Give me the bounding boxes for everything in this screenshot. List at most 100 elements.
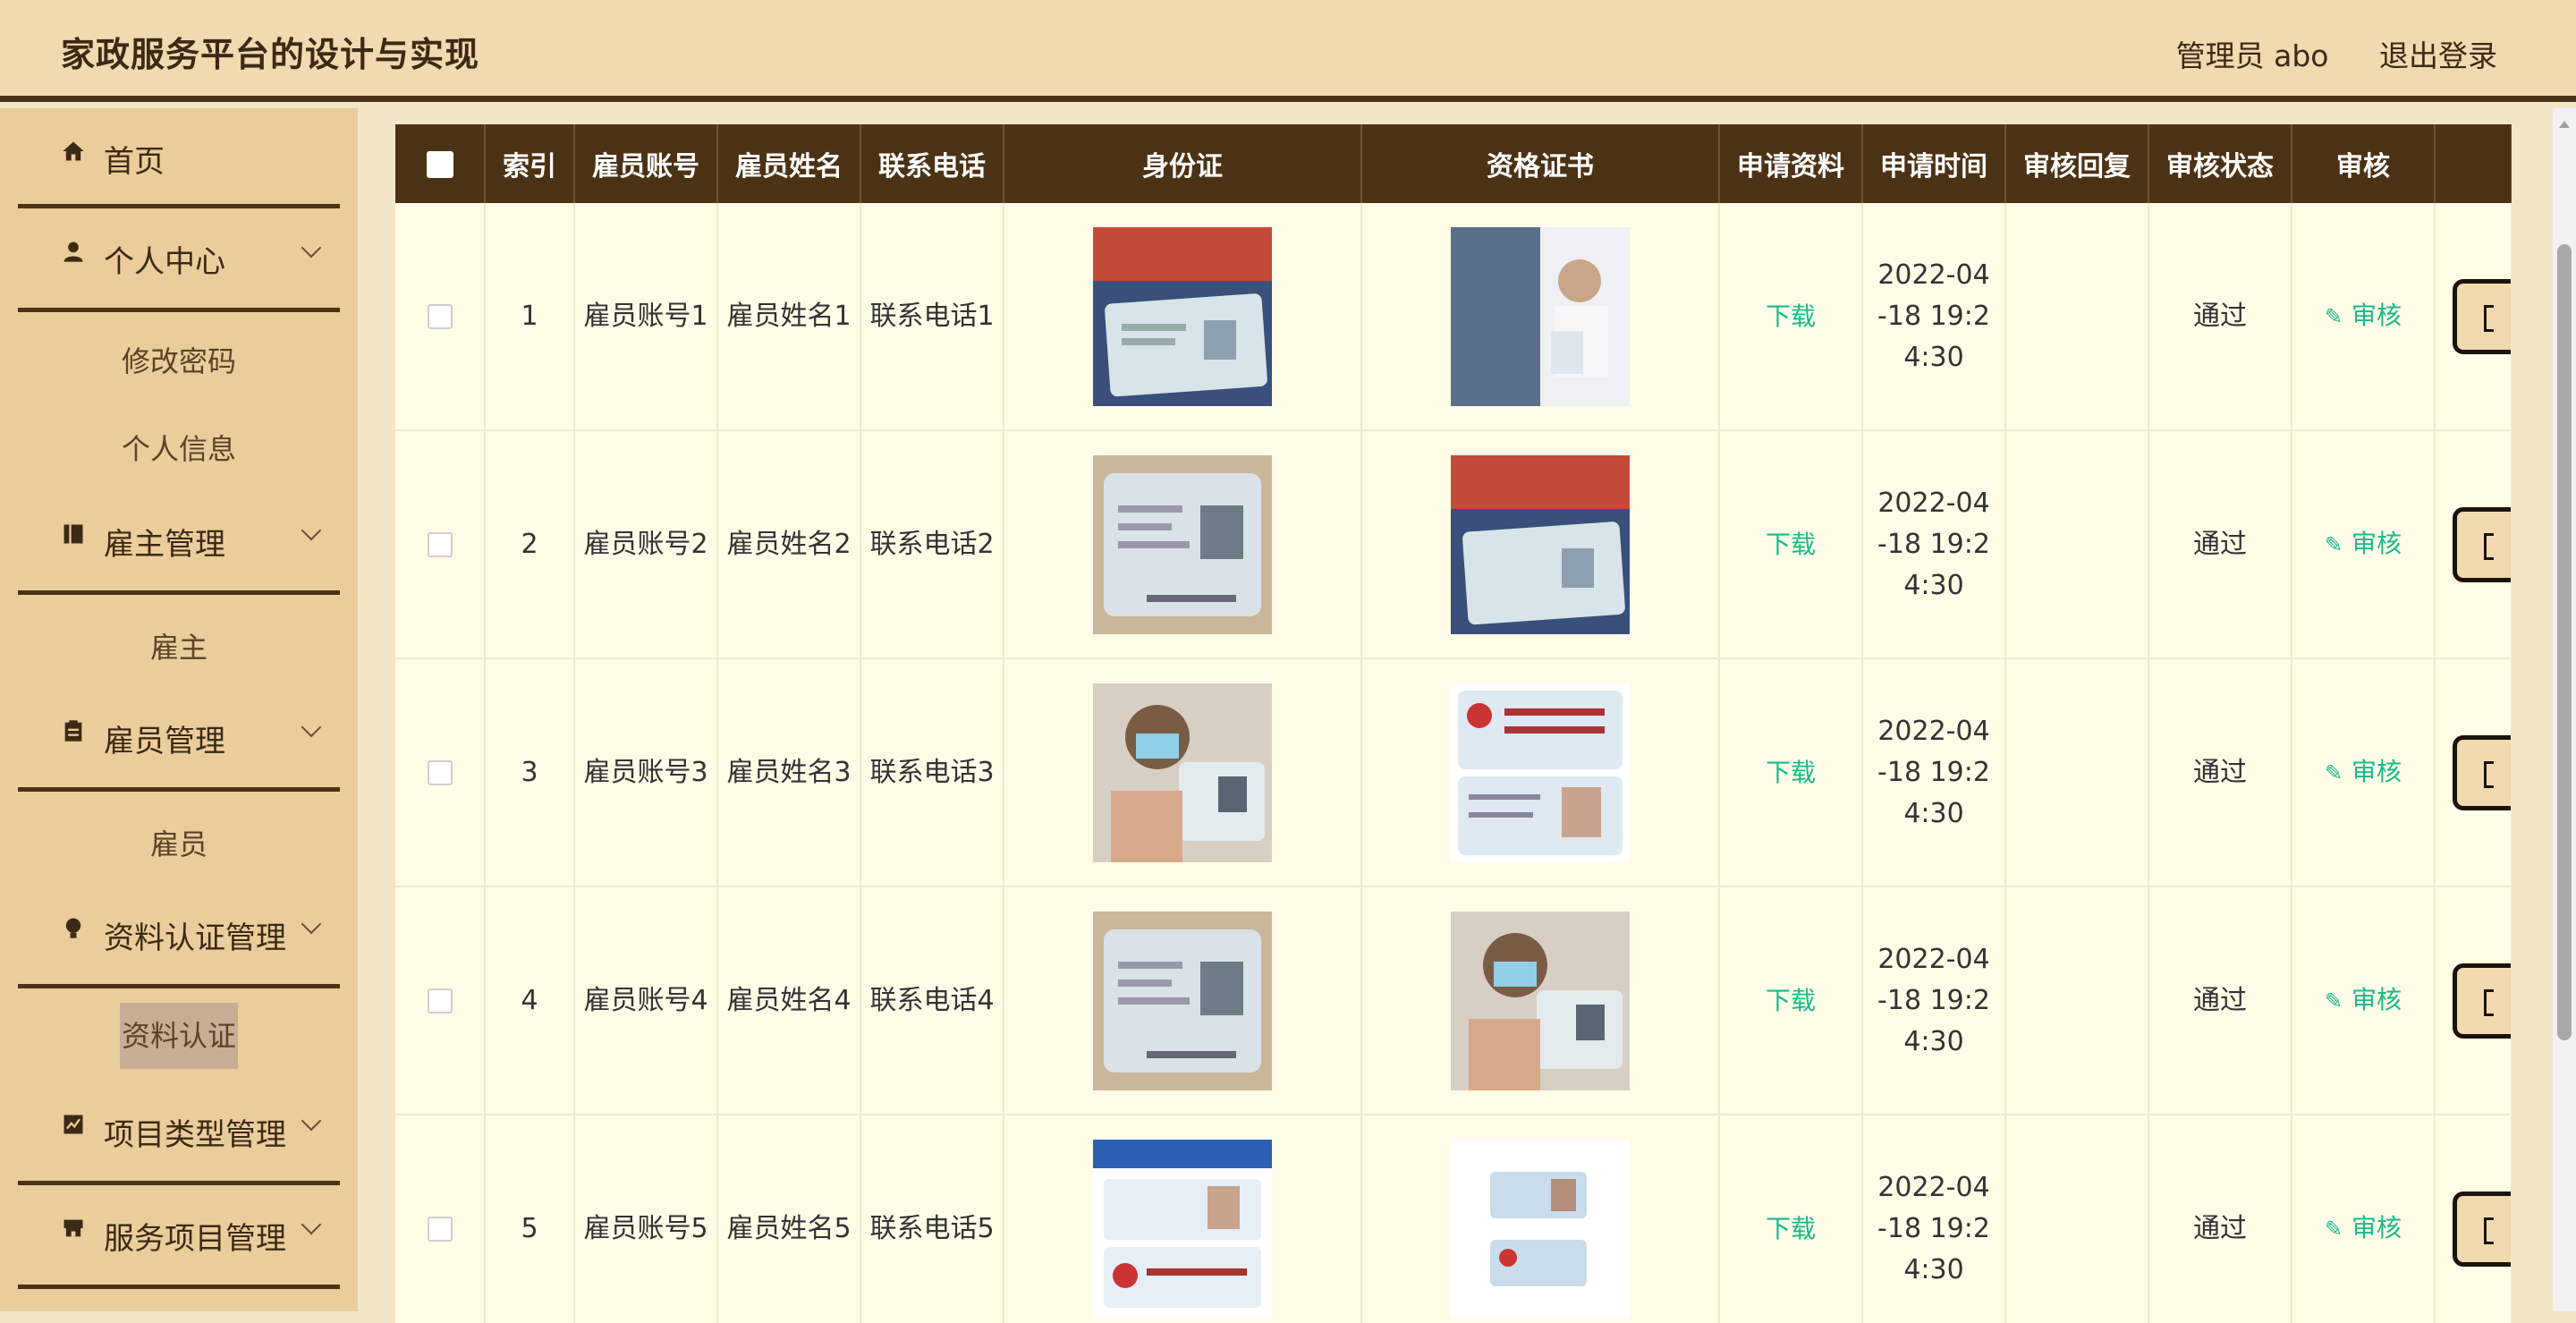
download-link[interactable]: 下载 xyxy=(1766,986,1816,1015)
audit-label: 审核 xyxy=(2351,301,2402,330)
cell-certificate xyxy=(1361,658,1720,887)
sidebar-item-service-project-management[interactable]: 服务项目管理 xyxy=(18,1185,340,1289)
row-action-button[interactable] xyxy=(2452,278,2511,354)
cell-account: 雇员账号4 xyxy=(574,886,718,1115)
col-header-audit-reply: 审核回复 xyxy=(2005,124,2149,203)
sidebar-subitem-employee[interactable]: 雇员 xyxy=(18,822,340,863)
cell-account: 雇员账号1 xyxy=(574,203,718,431)
cell-audit-reply xyxy=(2005,1115,2149,1323)
cell-application-time: 2022-04-18 19:24:30 xyxy=(1862,658,2006,887)
sidebar-item-certification-management[interactable]: 资料认证管理 xyxy=(18,885,340,988)
sidebar-item-employer-management[interactable]: 雇主管理 xyxy=(18,491,340,595)
row-action-button[interactable] xyxy=(2452,1191,2511,1267)
chart-icon xyxy=(61,1112,86,1137)
id-card-image[interactable] xyxy=(1093,911,1272,1090)
certification-table: 索引 雇员账号 雇员姓名 联系电话 身份证 资格证书 申请资料 申请时间 审核回… xyxy=(395,124,2512,1323)
cell-audit-reply xyxy=(2005,430,2149,659)
chevron-down-icon xyxy=(301,237,322,259)
cell-audit: ✎ 审核 xyxy=(2292,658,2436,887)
audit-button[interactable]: ✎ 审核 xyxy=(2325,757,2402,786)
row-action-button[interactable] xyxy=(2452,963,2511,1039)
cell-actions xyxy=(2435,430,2512,659)
cell-application-time: 2022-04-18 19:24:30 xyxy=(1862,886,2006,1115)
cell-id-card xyxy=(1004,430,1362,659)
table-row: 4 雇员账号4 雇员姓名4 联系电话4 下载 2022-04-18 19:24:… xyxy=(395,886,2512,1115)
app-title: 家政服务平台的设计与实现 xyxy=(61,35,480,74)
col-header-application-material: 申请资料 xyxy=(1719,124,1863,203)
chevron-down-icon xyxy=(301,1110,322,1132)
scroll-up-icon[interactable] xyxy=(2559,121,2570,128)
col-header-audit: 审核 xyxy=(2292,124,2436,203)
row-checkbox[interactable] xyxy=(395,886,486,1115)
sidebar-item-label: 项目类型管理 xyxy=(104,1117,286,1153)
cell-certificate xyxy=(1361,430,1720,659)
cell-audit-status: 通过 xyxy=(2148,886,2292,1115)
row-action-button[interactable] xyxy=(2452,506,2511,582)
sidebar-item-personal-center[interactable]: 个人中心 xyxy=(18,208,340,312)
cell-audit: ✎ 审核 xyxy=(2292,203,2436,431)
sidebar-item-project-type-management[interactable]: 项目类型管理 xyxy=(18,1081,340,1185)
row-checkbox[interactable] xyxy=(395,203,486,431)
logout-button[interactable]: 退出登录 xyxy=(2379,38,2497,73)
cell-phone: 联系电话1 xyxy=(860,203,1004,431)
certificate-image[interactable] xyxy=(1451,226,1630,406)
vertical-scrollbar[interactable] xyxy=(2553,108,2576,1311)
sidebar-item-label: 服务项目管理 xyxy=(104,1221,286,1257)
audit-button[interactable]: ✎ 审核 xyxy=(2325,1213,2402,1242)
row-checkbox[interactable] xyxy=(395,1115,486,1323)
cell-name: 雇员姓名5 xyxy=(717,1115,861,1323)
cell-id-card xyxy=(1004,203,1362,431)
edit-icon: ✎ xyxy=(2324,1217,2343,1242)
row-checkbox[interactable] xyxy=(395,430,486,659)
sidebar-item-label: 雇员管理 xyxy=(104,724,225,759)
cell-audit-reply xyxy=(2005,658,2149,887)
table-container: 索引 雇员账号 雇员姓名 联系电话 身份证 资格证书 申请资料 申请时间 审核回… xyxy=(395,124,2512,1323)
sidebar-subitem-certification[interactable]: 资料认证 xyxy=(18,1003,340,1069)
edit-icon: ✎ xyxy=(2324,532,2343,557)
audit-label: 审核 xyxy=(2351,1213,2402,1242)
certificate-image[interactable] xyxy=(1451,1139,1630,1319)
download-link[interactable]: 下载 xyxy=(1766,758,1816,787)
cell-actions xyxy=(2435,658,2512,887)
download-link[interactable]: 下载 xyxy=(1766,1214,1816,1243)
sidebar-item-label: 个人中心 xyxy=(104,244,225,280)
certificate-image[interactable] xyxy=(1451,911,1630,1090)
certificate-image[interactable] xyxy=(1451,454,1630,634)
audit-button[interactable]: ✎ 审核 xyxy=(2325,529,2402,558)
sidebar-item-home[interactable]: 首页 xyxy=(18,108,340,208)
audit-button[interactable]: ✎ 审核 xyxy=(2325,985,2402,1014)
sidebar-item-employee-management[interactable]: 雇员管理 xyxy=(18,688,340,792)
cell-audit-reply xyxy=(2005,203,2149,431)
row-checkbox[interactable] xyxy=(395,658,486,887)
scrollbar-thumb[interactable] xyxy=(2557,244,2572,1040)
id-card-image[interactable] xyxy=(1093,683,1272,862)
cell-actions xyxy=(2435,203,2512,431)
admin-user-label[interactable]: 管理员 abo xyxy=(2176,38,2329,73)
sidebar-subitem-employer[interactable]: 雇主 xyxy=(18,625,340,666)
audit-button[interactable]: ✎ 审核 xyxy=(2325,301,2402,330)
select-all-checkbox[interactable] xyxy=(395,124,486,203)
download-link[interactable]: 下载 xyxy=(1766,301,1816,331)
id-card-image[interactable] xyxy=(1093,226,1272,406)
shop-icon xyxy=(61,1216,86,1241)
cell-actions xyxy=(2435,886,2512,1115)
cell-certificate xyxy=(1361,1115,1720,1323)
sidebar-item-label: 首页 xyxy=(104,144,165,180)
edit-icon: ✎ xyxy=(2324,988,2343,1013)
cell-id-card xyxy=(1004,886,1362,1115)
cell-audit: ✎ 审核 xyxy=(2292,1115,2436,1323)
audit-label: 审核 xyxy=(2351,757,2402,786)
id-card-image[interactable] xyxy=(1093,1139,1272,1319)
audit-label: 审核 xyxy=(2351,529,2402,558)
sidebar-subitem-personal-info[interactable]: 个人信息 xyxy=(18,427,340,468)
cell-audit-status: 通过 xyxy=(2148,203,2292,431)
cell-name: 雇员姓名2 xyxy=(717,430,861,659)
download-link[interactable]: 下载 xyxy=(1766,530,1816,559)
sidebar-subitem-change-password[interactable]: 修改密码 xyxy=(18,339,340,380)
chevron-down-icon xyxy=(301,913,322,935)
row-action-button[interactable] xyxy=(2452,734,2511,810)
certificate-image[interactable] xyxy=(1451,683,1630,862)
id-card-image[interactable] xyxy=(1093,454,1272,634)
cell-audit: ✎ 审核 xyxy=(2292,430,2436,659)
cell-audit-status: 通过 xyxy=(2148,430,2292,659)
